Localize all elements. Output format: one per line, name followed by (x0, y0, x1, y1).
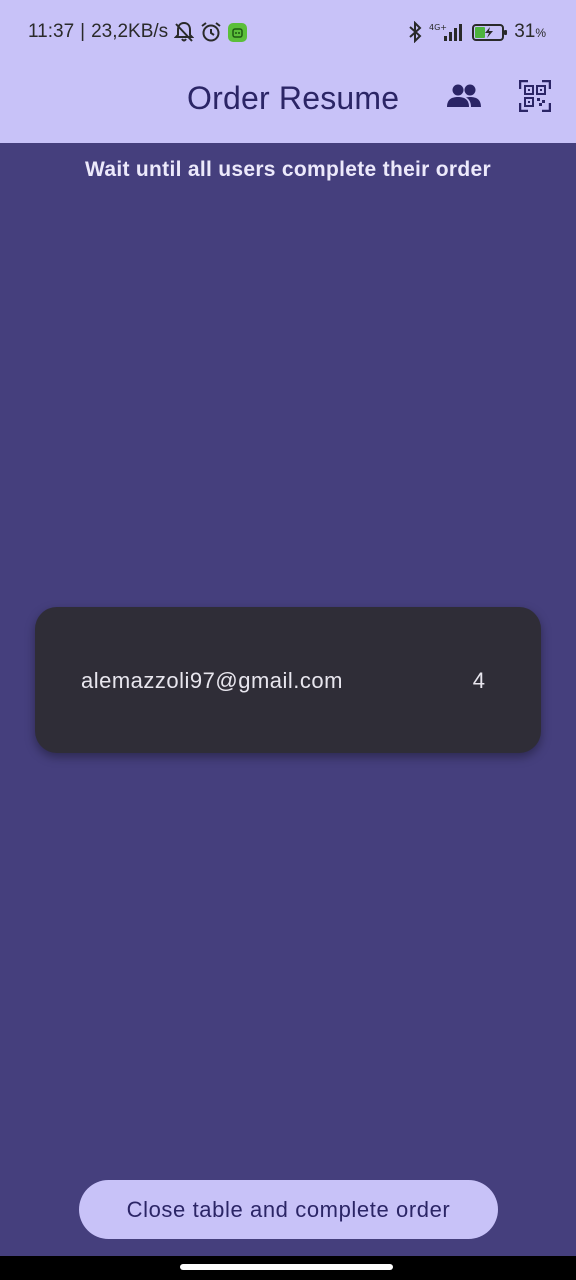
alarm-icon (200, 21, 222, 43)
users-button[interactable] (442, 78, 486, 118)
user-order-count: 4 (472, 668, 485, 693)
status-separator: | (80, 21, 86, 42)
page-title: Order Resume (187, 80, 400, 116)
user-order-card: alemazzoli97@gmail.com 4 (35, 607, 541, 753)
top-area: 11:37 | 23,2KB/s 4G+ 31% Order Resume (0, 0, 576, 143)
bell-off-icon (174, 21, 195, 43)
close-table-button[interactable]: Close table and complete order (79, 1180, 498, 1239)
qr-code-icon (518, 79, 552, 117)
status-right: 4G+ 31% (408, 19, 546, 45)
qr-code-button[interactable] (513, 78, 557, 118)
signal-icon: 4G+ (428, 21, 466, 43)
wait-message: Wait until all users complete their orde… (85, 158, 491, 181)
svg-text:4G+: 4G+ (429, 23, 447, 32)
navigation-bar (0, 1256, 576, 1280)
network-speed: 23,2KB/s (91, 21, 169, 42)
user-email: alemazzoli97@gmail.com (81, 668, 343, 693)
bluetooth-icon (408, 21, 422, 43)
status-left: 11:37 | 23,2KB/s (28, 19, 248, 45)
home-indicator[interactable] (180, 1264, 393, 1270)
status-bar: 11:37 | 23,2KB/s 4G+ 31% (0, 0, 576, 62)
app-bar: Order Resume (0, 62, 576, 143)
battery-level: 31% (514, 21, 546, 42)
status-time: 11:37 (28, 21, 75, 42)
users-icon (446, 83, 482, 114)
battery-charging-icon (472, 22, 508, 42)
app-badge-icon (228, 22, 248, 42)
